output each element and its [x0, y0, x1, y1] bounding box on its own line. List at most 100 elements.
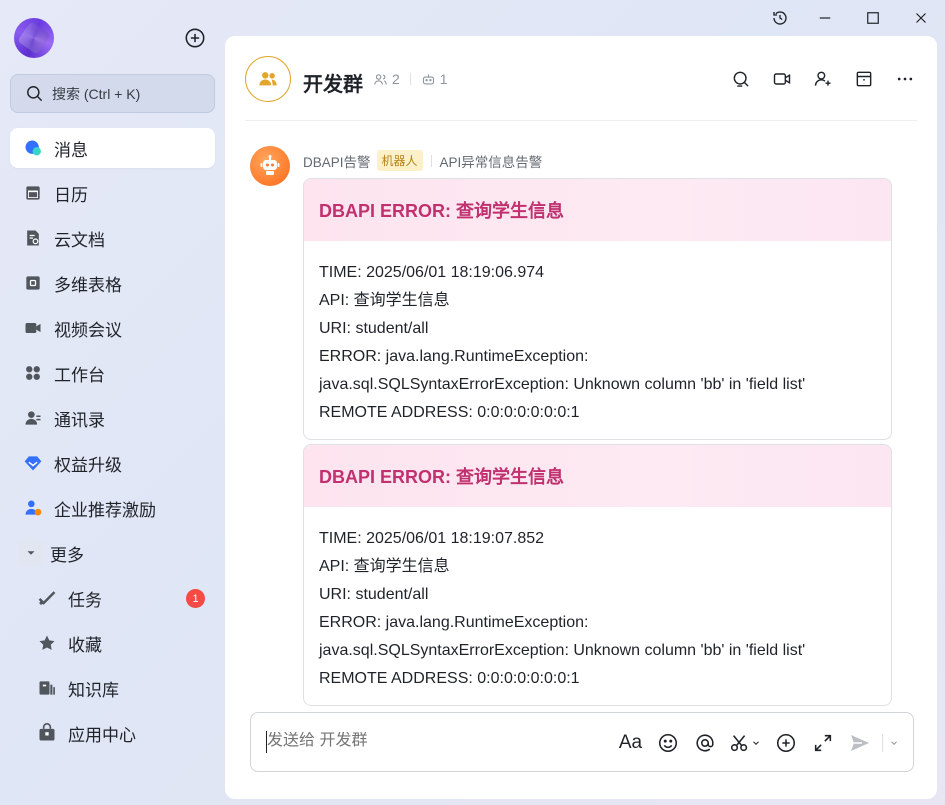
- sidebar-item-label: 日历: [54, 185, 88, 205]
- card-line-error: ERROR: java.lang.RuntimeException:: [319, 348, 589, 365]
- sidebar-item-calendar[interactable]: 日历: [10, 173, 215, 213]
- card-title: DBAPI ERROR: 查询学生信息: [304, 179, 891, 241]
- chat-panel: 开发群 2 1 DBAPI告警 机器人 API异常信息告警 DBAPI ERRO…: [225, 36, 937, 799]
- bot-tag: 机器人: [376, 150, 423, 171]
- sidebar-item-contacts[interactable]: 通讯录: [10, 398, 215, 438]
- expand-button[interactable]: [804, 729, 841, 757]
- more-options-button[interactable]: [884, 66, 925, 92]
- app-center-icon: [36, 722, 58, 744]
- close-icon: [916, 13, 926, 23]
- bot-count[interactable]: 1: [440, 71, 448, 87]
- message-input[interactable]: [267, 732, 567, 750]
- group-meta: 2 1: [373, 71, 448, 87]
- card-line-api: API: 查询学生信息: [319, 292, 450, 309]
- referral-icon: [22, 497, 44, 519]
- sidebar-item-workplace[interactable]: 工作台: [10, 353, 215, 393]
- alert-card[interactable]: DBAPI ERROR: 查询学生信息 TIME: 2025/06/01 18:…: [303, 444, 892, 706]
- card-title: DBAPI ERROR: 查询学生信息: [304, 445, 891, 507]
- card-body: TIME: 2025/06/01 18:19:06.974 API: 查询学生信…: [304, 241, 891, 439]
- sidebar-item-referral[interactable]: 企业推荐激励: [10, 488, 215, 528]
- send-options-button[interactable]: [887, 729, 901, 757]
- message-list[interactable]: DBAPI告警 机器人 API异常信息告警 DBAPI ERROR: 查询学生信…: [225, 122, 937, 710]
- sidebar-item-label: 任务: [68, 590, 102, 610]
- close-button[interactable]: [897, 4, 945, 32]
- plus-circle-icon: [776, 733, 795, 753]
- board-icon: [856, 71, 871, 87]
- chevron-down-icon[interactable]: [18, 540, 44, 566]
- sender-description: API异常信息告警: [439, 154, 543, 170]
- minimize-icon: [819, 17, 831, 19]
- sidebar-item-app-center[interactable]: 应用中心: [10, 713, 215, 753]
- search-placeholder: 搜索 (Ctrl + K): [52, 85, 141, 102]
- card-line-time: TIME: 2025/06/01 18:19:07.852: [319, 530, 545, 547]
- sidebar-item-messages[interactable]: 消息: [10, 128, 215, 168]
- search-box[interactable]: 搜索 (Ctrl + K): [10, 74, 215, 113]
- sidebar-item-label: 工作台: [54, 365, 105, 385]
- pin-board-button[interactable]: [843, 66, 884, 92]
- scissors-icon: [730, 735, 748, 752]
- card-line-remote-address: REMOTE ADDRESS: 0:0:0:0:0:0:0:1: [319, 404, 580, 421]
- search-icon: [27, 86, 43, 102]
- chat-search-icon: [733, 71, 749, 87]
- sidebar-item-label: 权益升级: [54, 455, 122, 475]
- bot-avatar[interactable]: [250, 146, 290, 186]
- send-icon: [850, 735, 869, 751]
- group-avatar[interactable]: [245, 56, 291, 102]
- card-line-api: API: 查询学生信息: [319, 558, 450, 575]
- card-line-error-detail: java.sql.SQLSyntaxErrorException: Unknow…: [319, 642, 806, 659]
- plus-button[interactable]: [767, 729, 804, 757]
- video-icon: [22, 317, 44, 339]
- diamond-icon: [22, 452, 44, 474]
- calendar-icon: [22, 182, 44, 204]
- sidebar-item-more[interactable]: 更多: [10, 533, 215, 573]
- mention-button[interactable]: [686, 729, 723, 757]
- nav-list: 消息 日历 云文档 多维表格 视频会议 工作台 通讯录 权益升级 企业推荐激励 …: [10, 128, 215, 758]
- sidebar-item-upgrade[interactable]: 权益升级: [10, 443, 215, 483]
- search-chat-button[interactable]: [720, 66, 761, 92]
- text-format-button[interactable]: Aa: [612, 729, 649, 757]
- card-line-remote-address: REMOTE ADDRESS: 0:0:0:0:0:0:0:1: [319, 670, 580, 687]
- bot-icon: [422, 74, 434, 84]
- sidebar-item-tasks[interactable]: 任务 1: [10, 578, 215, 618]
- sidebar-item-wiki[interactable]: 知识库: [10, 668, 215, 708]
- star-icon: [36, 632, 58, 654]
- more-icon: [897, 77, 912, 81]
- card-line-uri: URI: student/all: [319, 320, 429, 337]
- card-line-error: ERROR: java.lang.RuntimeException:: [319, 614, 589, 631]
- maximize-button[interactable]: [849, 4, 897, 32]
- chevron-down-icon: [891, 741, 897, 745]
- send-button[interactable]: [841, 729, 878, 757]
- sidebar-item-docs[interactable]: 云文档: [10, 218, 215, 258]
- card-line-time: TIME: 2025/06/01 18:19:06.974: [319, 264, 545, 281]
- chevron-down-icon: [753, 741, 759, 745]
- sidebar-item-base[interactable]: 多维表格: [10, 263, 215, 303]
- minimize-button[interactable]: [801, 4, 849, 32]
- user-avatar[interactable]: [14, 18, 54, 58]
- sidebar-item-label: 知识库: [68, 680, 119, 700]
- add-user-icon: [814, 71, 830, 86]
- video-camera-icon: [773, 73, 790, 85]
- emoji-button[interactable]: [649, 729, 686, 757]
- workplace-icon: [22, 362, 44, 384]
- window-controls: [759, 4, 945, 32]
- composer-toolbar: Aa: [612, 729, 901, 757]
- sender-divider: [430, 154, 432, 167]
- task-badge: 1: [186, 589, 205, 608]
- sidebar-item-favorites[interactable]: 收藏: [10, 623, 215, 663]
- sidebar-item-label: 收藏: [68, 635, 102, 655]
- alert-card[interactable]: DBAPI ERROR: 查询学生信息 TIME: 2025/06/01 18:…: [303, 178, 892, 440]
- contacts-icon: [22, 407, 44, 429]
- add-button[interactable]: [184, 27, 206, 49]
- add-member-button[interactable]: [802, 66, 843, 92]
- group-name[interactable]: 开发群: [303, 68, 363, 97]
- card-line-error-detail: java.sql.SQLSyntaxErrorException: Unknow…: [319, 376, 806, 393]
- member-count[interactable]: 2: [392, 71, 400, 87]
- members-icon: [374, 73, 387, 85]
- video-call-button[interactable]: [761, 66, 802, 92]
- screenshot-button[interactable]: [723, 729, 767, 757]
- card-line-uri: URI: student/all: [319, 586, 429, 603]
- sender-name[interactable]: DBAPI告警: [303, 151, 371, 171]
- sidebar-item-video[interactable]: 视频会议: [10, 308, 215, 348]
- sidebar-item-label: 多维表格: [54, 275, 122, 295]
- history-button[interactable]: [759, 4, 801, 32]
